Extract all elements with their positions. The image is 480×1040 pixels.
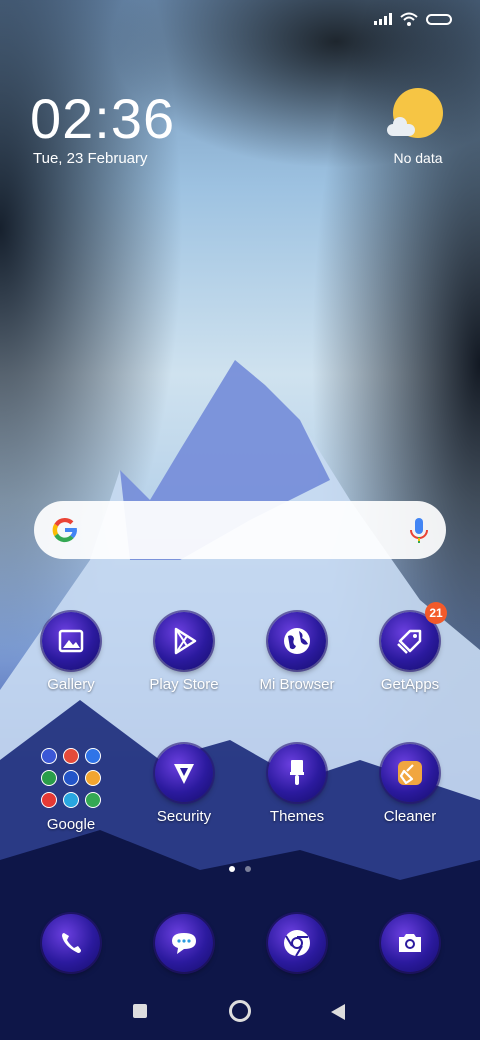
wifi-icon	[400, 12, 418, 26]
notification-badge: 21	[425, 602, 447, 624]
google-folder-icon	[41, 744, 101, 808]
home-icon[interactable]	[229, 1000, 251, 1022]
globe-icon	[268, 612, 326, 670]
camera-icon	[381, 914, 439, 972]
app-getapps[interactable]: 21 GetApps	[354, 602, 466, 693]
phone-icon	[42, 914, 100, 972]
app-label: Mi Browser	[259, 676, 335, 693]
gallery-icon	[42, 612, 100, 670]
getapps-icon: 21	[381, 602, 447, 670]
sun-cloud-icon	[387, 88, 443, 138]
app-label: Security	[156, 808, 212, 825]
chrome-icon	[268, 914, 326, 972]
folder-google[interactable]: Google	[15, 744, 127, 833]
weather-widget[interactable]: No data	[386, 88, 450, 166]
google-logo-icon	[52, 517, 77, 543]
app-label: Google	[46, 816, 96, 833]
app-label: Cleaner	[383, 808, 437, 825]
app-security[interactable]: Security	[128, 744, 240, 825]
play-store-icon	[155, 612, 213, 670]
navigation-bar	[0, 998, 480, 1028]
signal-icon	[374, 13, 392, 25]
status-bar	[374, 12, 452, 26]
app-label: Gallery	[47, 676, 95, 693]
messages-icon	[155, 914, 213, 972]
broom-icon	[381, 744, 439, 802]
app-cleaner[interactable]: Cleaner	[354, 744, 466, 825]
app-label: Play Store	[149, 676, 219, 693]
app-mi-browser[interactable]: Mi Browser	[241, 612, 353, 693]
recents-icon[interactable]	[133, 1004, 147, 1018]
google-search-bar[interactable]	[34, 501, 446, 559]
app-play-store[interactable]: Play Store	[128, 612, 240, 693]
shield-icon	[155, 744, 213, 802]
app-label: GetApps	[380, 676, 440, 693]
dock-camera[interactable]	[354, 914, 466, 972]
weather-label: No data	[393, 150, 443, 166]
clock-time[interactable]: 02:36	[30, 86, 175, 151]
battery-icon	[426, 13, 452, 25]
app-gallery[interactable]: Gallery	[15, 612, 127, 693]
dock-chrome[interactable]	[241, 914, 353, 972]
app-themes[interactable]: Themes	[241, 744, 353, 825]
clock-date[interactable]: Tue, 23 February	[33, 150, 148, 167]
dock-phone[interactable]	[15, 914, 127, 972]
back-icon[interactable]	[331, 1004, 345, 1020]
app-label: Themes	[269, 808, 325, 825]
mic-icon[interactable]	[408, 517, 430, 545]
dock-messages[interactable]	[128, 914, 240, 972]
paintbrush-icon	[268, 744, 326, 802]
page-indicator	[0, 866, 480, 872]
